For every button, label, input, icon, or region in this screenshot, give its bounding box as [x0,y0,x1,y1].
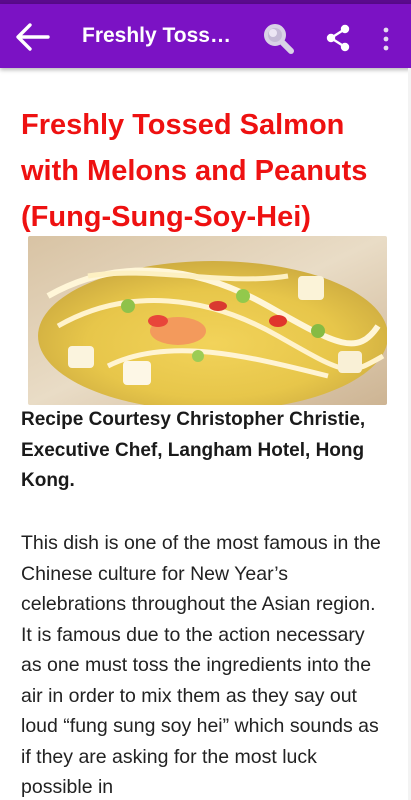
recipe-content[interactable]: Freshly Tossed Salmon with Melons and Pe… [0,68,411,800]
toolbar-title: Freshly Tossed Salmon with Melons and Pe… [82,24,242,47]
app-toolbar: Freshly Tossed Salmon with Melons and Pe… [0,4,411,68]
search-icon [264,24,294,54]
more-options-button[interactable] [378,24,394,54]
recipe-intro: This dish is one of the most famous in t… [21,532,381,798]
back-arrow-icon [16,23,50,51]
more-vert-icon [383,27,389,51]
search-button[interactable] [262,22,296,56]
share-button[interactable] [324,22,352,54]
dish-photo [28,236,387,405]
recipe-credit: Recipe Courtesy Christopher Christie, Ex… [21,409,366,491]
back-button[interactable] [12,20,52,54]
share-icon [326,24,350,52]
recipe-title: Freshly Tossed Salmon with Melons and Pe… [21,109,368,233]
